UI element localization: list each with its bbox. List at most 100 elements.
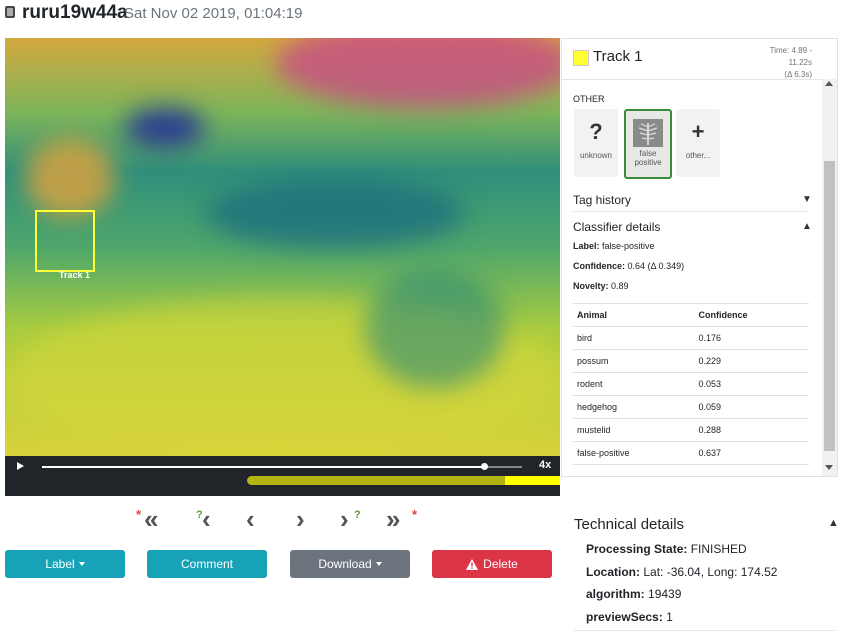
animal-cell: rodent	[573, 372, 695, 396]
fern-icon	[633, 119, 663, 147]
green-question-mark: ?	[196, 509, 203, 521]
comment-button[interactable]: Comment	[147, 550, 267, 578]
tag-label: false	[639, 149, 657, 158]
double-chevron-right-icon: »	[386, 504, 401, 534]
chevron-up-icon[interactable]: ▲	[802, 221, 812, 232]
classifier-label: Label: false-positive	[573, 241, 655, 251]
panel-scrollbar[interactable]	[822, 79, 837, 476]
animal-cell: hedgehog	[573, 395, 695, 419]
confidence-cell: 0.059	[694, 395, 809, 419]
confidence-cell: 0.637	[694, 441, 809, 465]
algorithm: algorithm: 19439	[586, 587, 682, 601]
tag-label: unknown	[579, 151, 613, 160]
thermal-video[interactable]: Track 1	[5, 38, 560, 456]
table-row: false-positive 0.637	[573, 441, 809, 465]
track-box-label: Track 1	[59, 270, 91, 280]
tag-unknown-button[interactable]: ? unknown	[574, 109, 618, 177]
chevron-left-icon: ‹	[246, 504, 255, 534]
delete-button[interactable]: Delete	[432, 550, 552, 578]
tag-history-toggle[interactable]: Tag history	[573, 193, 631, 207]
technical-details-heading[interactable]: Technical details	[574, 516, 684, 533]
download-button[interactable]: Download	[290, 550, 410, 578]
classifier-novelty: Novelty: 0.89	[573, 281, 629, 291]
track-info-panel: Track 1 Time: 4.89 - 11.22s (Δ 6.3s) OTH…	[561, 38, 838, 477]
divider	[573, 211, 809, 212]
question-mark-icon: ?	[589, 119, 603, 144]
track-timeline-bar[interactable]	[247, 476, 505, 485]
seek-bar[interactable]	[42, 463, 522, 470]
confidence-cell: 0.053	[694, 372, 809, 396]
tag-history-heading: Tag history	[573, 193, 632, 207]
recording-date: Sat Nov 02 2019, 01:04:19	[124, 5, 303, 22]
next-track-button[interactable]: › ?	[340, 504, 361, 534]
scrollbar-thumb[interactable]	[824, 161, 835, 451]
comment-button-text: Comment	[180, 557, 233, 571]
seek-bar-progress	[42, 466, 484, 468]
previous-track-button[interactable]: ? ‹	[196, 506, 211, 532]
tag-label: positive	[634, 158, 662, 167]
time-delta-line: (Δ 6.3s)	[784, 70, 812, 79]
red-asterisk: *	[412, 507, 418, 522]
play-icon[interactable]	[17, 462, 24, 470]
classifier-confidence: Confidence: 0.64 (Δ 0.349)	[573, 261, 685, 271]
chevron-up-icon[interactable]: ▲	[828, 517, 839, 529]
confidence-cell: 0.229	[694, 349, 809, 373]
scroll-up-arrow-icon[interactable]	[825, 81, 833, 86]
plus-icon: +	[691, 119, 705, 144]
track-timeline-selected[interactable]	[505, 476, 560, 485]
chevron-down-icon[interactable]: ▼	[802, 194, 812, 205]
warning-icon	[466, 558, 479, 570]
chevron-right-icon: ›	[296, 504, 305, 534]
time-range-line: Time: 4.89 - 11.22s	[769, 46, 812, 67]
preview-secs: previewSecs: 1	[586, 610, 673, 624]
next-frame-button[interactable]: ›	[296, 506, 305, 532]
red-asterisk: *	[136, 507, 142, 522]
next-recording-button[interactable]: » *	[386, 504, 417, 534]
player-controls: 4x	[5, 456, 560, 496]
table-row: bird 0.176	[573, 326, 809, 350]
animal-cell: mustelid	[573, 418, 695, 442]
seek-handle[interactable]	[480, 463, 488, 470]
caret-down-icon	[78, 562, 85, 566]
track-title: Track 1	[593, 48, 643, 65]
animal-cell: false-positive	[573, 441, 695, 465]
animal-cell: bird	[573, 326, 695, 350]
classifier-table: Animal Confidence bird 0.176 possum 0.229 …	[573, 303, 809, 465]
divider	[574, 630, 836, 631]
table-row: rodent 0.053	[573, 372, 809, 396]
chevron-left-icon: ‹	[202, 504, 211, 534]
tag-false-positive-button[interactable]: false positive	[624, 109, 672, 179]
delete-button-text: Delete	[483, 557, 518, 571]
location: Location: Lat: -36.04, Long: 174.52	[586, 565, 778, 579]
track-bounding-box[interactable]	[35, 210, 95, 272]
track-time-range: Time: 4.89 - 11.22s (Δ 6.3s)	[748, 45, 812, 81]
table-row: hedgehog 0.059	[573, 395, 809, 419]
tag-other-button[interactable]: + other...	[676, 109, 720, 177]
column-header: Confidence	[694, 303, 809, 327]
table-row: possum 0.229	[573, 349, 809, 373]
confidence-cell: 0.176	[694, 326, 809, 350]
label-button[interactable]: Label	[5, 550, 125, 578]
green-question-mark: ?	[354, 509, 361, 521]
other-tags-heading: OTHER	[573, 94, 605, 104]
confidence-cell: 0.288	[694, 418, 809, 442]
classifier-details-toggle[interactable]: Classifier details	[573, 220, 660, 234]
tag-label: other...	[685, 151, 711, 160]
table-row: mustelid 0.288	[573, 418, 809, 442]
scroll-down-arrow-icon[interactable]	[825, 465, 833, 470]
previous-frame-button[interactable]: ‹	[246, 506, 255, 532]
camera-device-icon	[5, 6, 15, 18]
animal-cell: possum	[573, 349, 695, 373]
processing-state: Processing State: FINISHED	[586, 542, 747, 556]
table-header-row: Animal Confidence	[573, 303, 809, 327]
playback-speed[interactable]: 4x	[539, 459, 551, 471]
label-button-text: Label	[45, 557, 75, 571]
track-color-swatch	[573, 50, 589, 66]
double-chevron-left-icon: «	[144, 504, 159, 534]
download-button-text: Download	[318, 557, 372, 571]
caret-down-icon	[375, 562, 382, 566]
previous-recording-button[interactable]: * «	[136, 506, 158, 532]
chevron-right-icon: ›	[340, 504, 349, 534]
recording-title: ruru19w44a	[22, 2, 128, 23]
classifier-details-heading: Classifier details	[573, 220, 661, 234]
